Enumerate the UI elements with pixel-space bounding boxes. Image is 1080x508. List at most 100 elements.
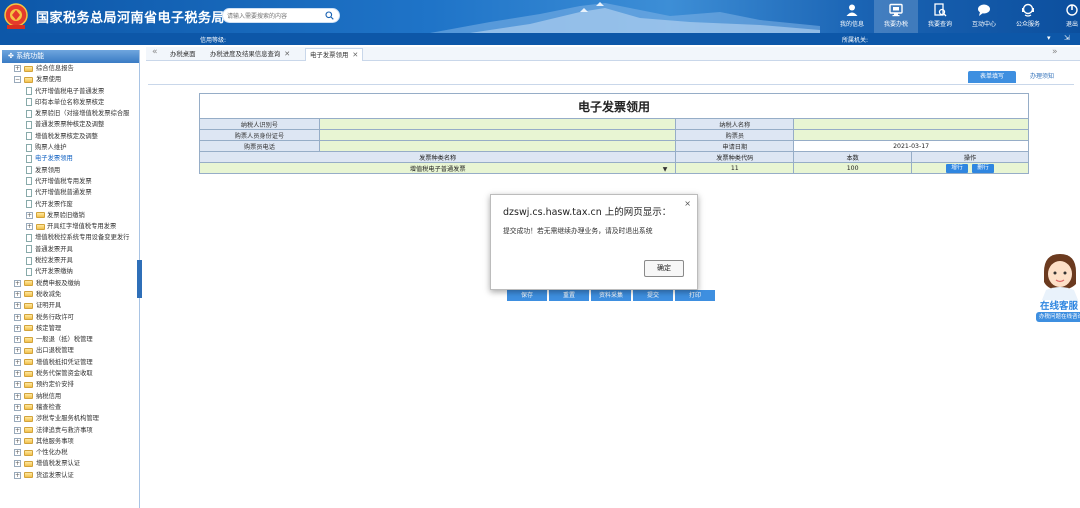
tree-item[interactable]: + 其他服务事项 xyxy=(2,436,139,447)
expand-icon[interactable]: + xyxy=(14,403,21,411)
tree-item[interactable]: + 预约定价安排 xyxy=(2,379,139,390)
tree-item[interactable]: 税控发票开具 xyxy=(2,255,139,266)
add-row-button[interactable]: 增行 xyxy=(946,163,969,173)
tree-item[interactable]: + 税费申报及缴纳 xyxy=(2,278,139,289)
tree-item[interactable]: 代开增值税普通发票 xyxy=(2,187,139,198)
tree-item[interactable]: 代开增值税电子普通发票 xyxy=(2,86,139,97)
tab-desktop[interactable]: 办税桌面 xyxy=(166,48,200,61)
reset-button[interactable]: 重置 xyxy=(549,290,589,301)
taxpayer-name-field[interactable] xyxy=(793,118,1029,130)
tree-item[interactable]: + 个性化办税 xyxy=(2,447,139,458)
tree-item[interactable]: + 稽查检查 xyxy=(2,402,139,413)
search-input[interactable] xyxy=(227,11,323,21)
tab-instructions[interactable]: 办理须知 xyxy=(1018,71,1066,83)
buyer-field[interactable] xyxy=(793,129,1029,141)
save-button[interactable]: 保存 xyxy=(507,290,547,301)
folder-icon xyxy=(24,393,33,400)
tree-item[interactable]: + 税收减免 xyxy=(2,289,139,300)
chevron-down-icon[interactable]: ▾ xyxy=(1047,34,1051,42)
nav-interaction[interactable]: 互动中心 xyxy=(962,0,1006,33)
tree-item[interactable]: 增值税税控系统专用设备变更发行 xyxy=(2,232,139,243)
expand-icon[interactable]: + xyxy=(26,211,33,219)
nav-my-info[interactable]: 我的信息 xyxy=(830,0,874,33)
tree-item[interactable]: + 纳税信用 xyxy=(2,391,139,402)
tab-e-invoice[interactable]: 电子发票领用 ✕ xyxy=(305,48,364,61)
online-service-sub[interactable]: 办税问题在线咨询 xyxy=(1036,312,1080,322)
print-button[interactable]: 打印 xyxy=(675,290,715,301)
dropdown-arrow-icon[interactable]: ▼ xyxy=(663,166,668,173)
close-icon[interactable]: × xyxy=(684,199,691,208)
nav-do-tax[interactable]: 我要办税 xyxy=(874,0,918,33)
tree-item[interactable]: 增值税发票核定及调整 xyxy=(2,131,139,142)
tree-item[interactable]: + 发票验旧缴销 xyxy=(2,210,139,221)
search-box[interactable] xyxy=(222,8,340,23)
expand-icon[interactable]: + xyxy=(14,392,21,400)
expand-icon[interactable]: + xyxy=(14,437,21,445)
tree-item[interactable]: 普通发票开具 xyxy=(2,244,139,255)
close-icon[interactable]: ✕ xyxy=(352,51,358,59)
tree-item[interactable]: 代开增值税专用发票 xyxy=(2,176,139,187)
tree-item[interactable]: + 增值税抵扣凭证管理 xyxy=(2,357,139,368)
tree-item[interactable]: + 货运发票认证 xyxy=(2,470,139,481)
expand-icon[interactable]: + xyxy=(14,336,21,344)
tree-item[interactable]: 代开发票缴纳 xyxy=(2,266,139,277)
tree-item[interactable]: + 出口退税管理 xyxy=(2,345,139,356)
tree-item[interactable]: + 涉税专业服务机构管理 xyxy=(2,413,139,424)
tree-item[interactable]: + 证明开具 xyxy=(2,300,139,311)
buyer-id-field[interactable] xyxy=(318,129,677,141)
expand-icon[interactable]: + xyxy=(14,279,21,287)
tree-item[interactable]: 发票验旧（对接增值税发票综合服 xyxy=(2,108,139,119)
expand-icon[interactable]: + xyxy=(26,223,33,231)
tree-item[interactable]: + 综合信息报告 xyxy=(2,63,139,74)
tree-item[interactable]: 代开发票作废 xyxy=(2,199,139,210)
invoice-type-select[interactable]: 增值税电子普通发票 ▼ xyxy=(198,162,677,174)
nav-query[interactable]: 我要查询 xyxy=(918,0,962,33)
tree-item[interactable]: 印有本单位名称发票核定 xyxy=(2,97,139,108)
submit-button[interactable]: 提交 xyxy=(633,290,673,301)
expand-icon[interactable]: + xyxy=(14,381,21,389)
expand-icon[interactable]: + xyxy=(14,324,21,332)
scroll-left-icon[interactable]: « xyxy=(152,47,158,57)
taxpayer-id-field[interactable] xyxy=(318,118,677,130)
expand-icon[interactable]: + xyxy=(14,358,21,366)
online-service-label[interactable]: 在线客服 xyxy=(1040,298,1078,312)
expand-icon[interactable]: + xyxy=(14,302,21,310)
tree-item[interactable]: + 核定管理 xyxy=(2,323,139,334)
close-icon[interactable]: ✕ xyxy=(284,50,290,58)
tree-item[interactable]: + 增值税发票认证 xyxy=(2,458,139,469)
tree-item-selected[interactable]: 电子发票领用 xyxy=(2,153,139,164)
expand-icon[interactable]: + xyxy=(14,65,21,72)
tree-item[interactable]: + 一般退（抵）税管理 xyxy=(2,334,139,345)
collect-data-button[interactable]: 资料采集 xyxy=(591,290,631,301)
expand-icon[interactable]: + xyxy=(14,347,21,355)
delete-row-button[interactable]: 删行 xyxy=(972,163,995,173)
nav-exit[interactable]: 退出 xyxy=(1050,0,1080,33)
buyer-phone-field[interactable] xyxy=(318,140,677,152)
expand-icon[interactable]: + xyxy=(14,426,21,434)
expand-icon[interactable]: + xyxy=(14,449,21,457)
ok-button[interactable]: 确定 xyxy=(644,260,684,277)
tree-item[interactable]: + 税务行政许可 xyxy=(2,312,139,323)
expand-icon[interactable]: + xyxy=(14,313,21,321)
tree-item[interactable]: 普通发票票种核定及调整 xyxy=(2,119,139,130)
expand-icon[interactable]: + xyxy=(14,290,21,298)
logout-icon[interactable]: ⇲ xyxy=(1064,34,1070,42)
expand-icon[interactable]: + xyxy=(14,471,21,479)
search-icon[interactable] xyxy=(325,11,334,20)
tree-item[interactable]: + 税务代保管资金收取 xyxy=(2,368,139,379)
tree-item[interactable]: − 发票使用 xyxy=(2,74,139,85)
expand-icon[interactable]: + xyxy=(14,415,21,423)
invoice-count-field[interactable]: 100 xyxy=(793,162,913,174)
expand-icon[interactable]: + xyxy=(14,460,21,468)
scroll-right-icon[interactable]: » xyxy=(1052,47,1058,57)
collapse-icon[interactable]: − xyxy=(14,76,21,84)
tree-item[interactable]: 发票领用 xyxy=(2,165,139,176)
expand-icon[interactable]: + xyxy=(14,370,21,378)
sidebar-collapse-handle[interactable] xyxy=(137,260,142,298)
tree-item[interactable]: + 法律追责与救济事项 xyxy=(2,425,139,436)
tree-item[interactable]: 购票人维护 xyxy=(2,142,139,153)
tab-progress-query[interactable]: 办税进度及结果信息查询 ✕ xyxy=(206,48,294,61)
tab-form-fill[interactable]: 表单填写 xyxy=(968,71,1016,83)
nav-public-service[interactable]: 公众服务 xyxy=(1006,0,1050,33)
tree-item[interactable]: + 开具红字增值税专用发票 xyxy=(2,221,139,232)
